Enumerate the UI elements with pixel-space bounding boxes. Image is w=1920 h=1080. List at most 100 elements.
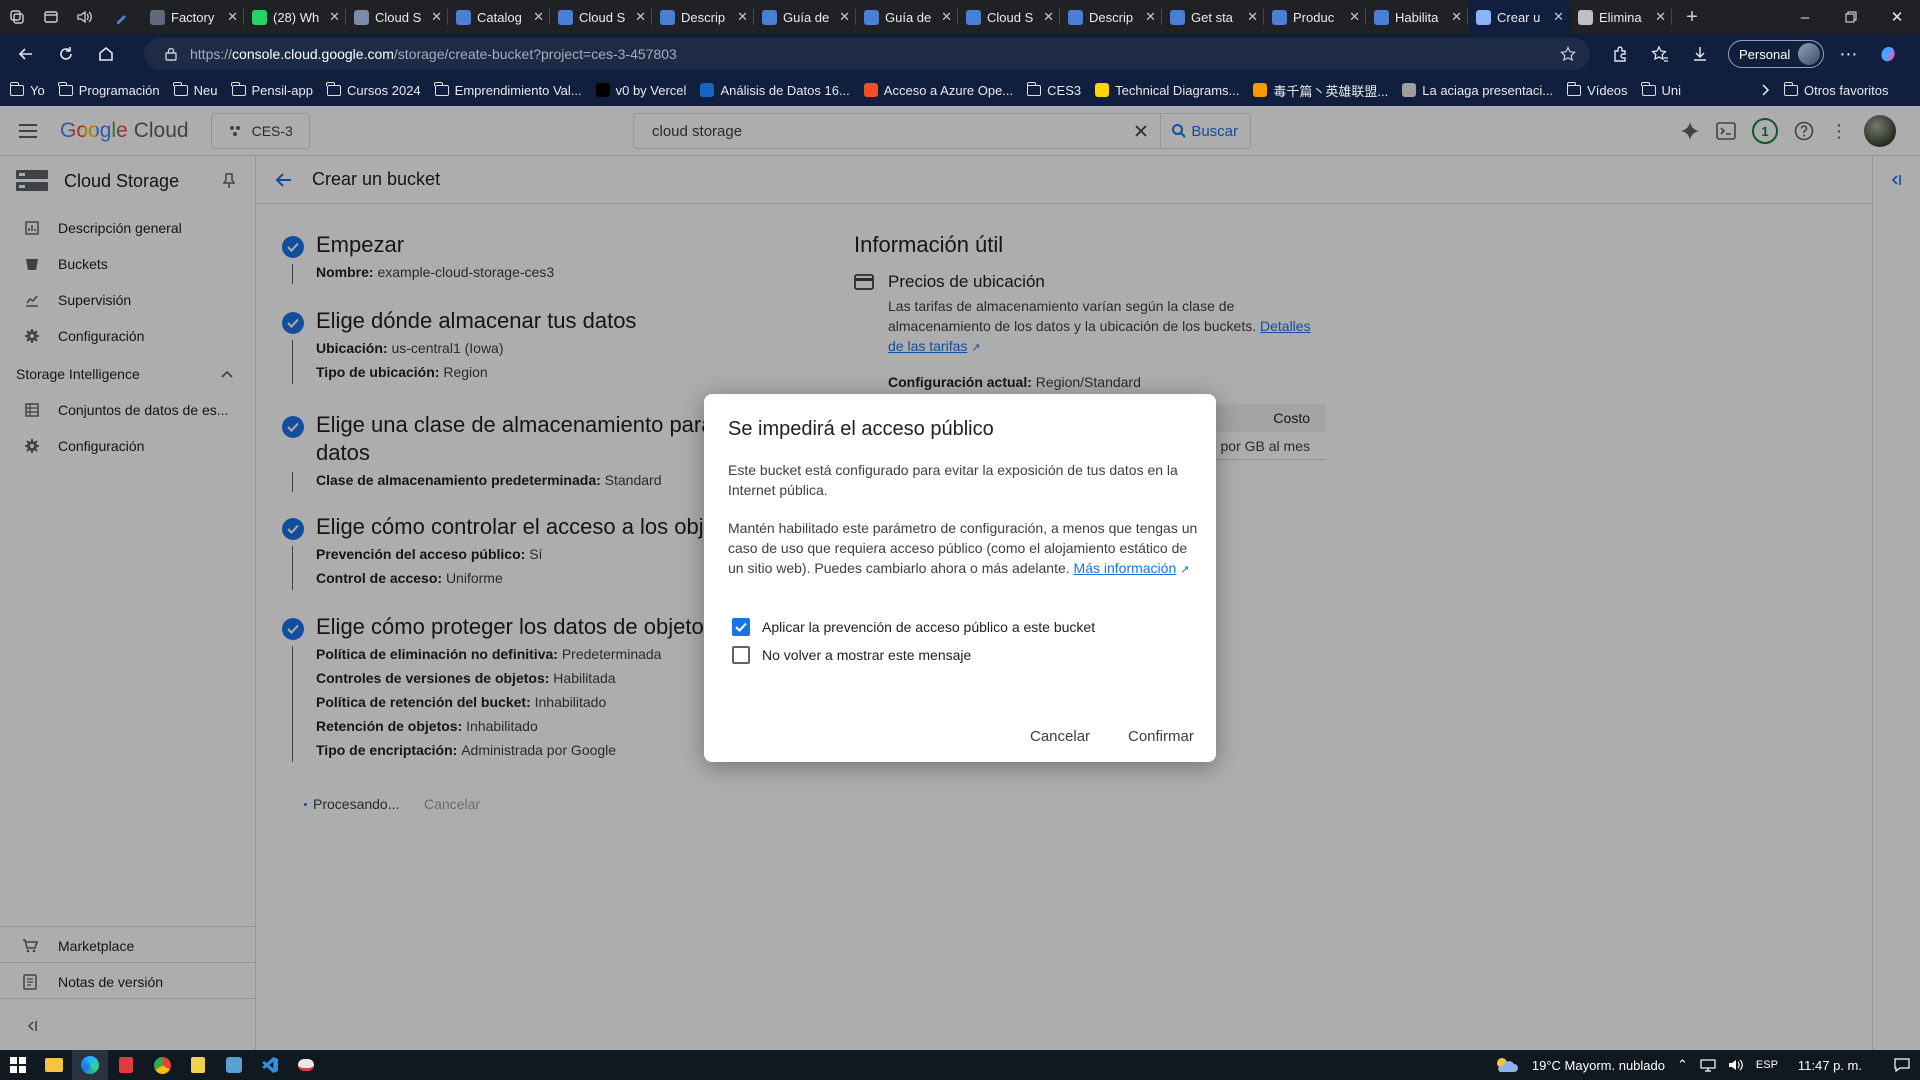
file-explorer-icon[interactable] — [36, 1050, 72, 1080]
browser-tab[interactable]: Crear u ✕ — [1468, 0, 1570, 34]
close-window-icon[interactable]: ✕ — [1874, 0, 1920, 34]
bookmark-item[interactable]: Yo — [9, 81, 45, 98]
close-tab-icon[interactable]: ✕ — [839, 9, 850, 25]
app-red-icon[interactable] — [108, 1050, 144, 1080]
extensions-icon[interactable] — [1600, 34, 1640, 74]
close-tab-icon[interactable]: ✕ — [431, 9, 442, 25]
tab-title: Cloud S — [987, 9, 1034, 25]
app-game-icon[interactable] — [288, 1050, 324, 1080]
bookmark-item[interactable]: Emprendimiento Val... — [434, 81, 582, 98]
browser-tab[interactable]: Cloud S ✕ — [346, 0, 448, 34]
new-tab-icon[interactable]: + — [1672, 0, 1712, 34]
browser-tab[interactable]: Guía de ✕ — [754, 0, 856, 34]
close-tab-icon[interactable]: ✕ — [1247, 9, 1258, 25]
more-menu-icon[interactable]: ⋯ — [1828, 34, 1868, 74]
checkbox-row-prevent-public[interactable]: Aplicar la prevención de acceso público … — [732, 618, 1095, 636]
bookmark-item[interactable]: CES3 — [1026, 81, 1081, 98]
windows-start-icon[interactable] — [0, 1050, 36, 1080]
close-tab-icon[interactable]: ✕ — [1043, 9, 1054, 25]
chevron-right-icon[interactable] — [1760, 84, 1770, 96]
dialog-confirm-button[interactable]: Confirmar — [1128, 728, 1194, 745]
browser-tab[interactable]: Guía de ✕ — [856, 0, 958, 34]
browser-tab[interactable]: Elimina ✕ — [1570, 0, 1672, 34]
home-icon[interactable] — [86, 34, 126, 74]
checkbox-row-dont-show[interactable]: No volver a mostrar este mensaje — [732, 646, 971, 664]
browser-tab[interactable]: Descrip ✕ — [1060, 0, 1162, 34]
close-tab-icon[interactable]: ✕ — [227, 9, 238, 25]
bookmark-item[interactable]: Technical Diagrams... — [1095, 83, 1239, 98]
tab-favicon-icon — [1578, 9, 1593, 25]
notifications-icon[interactable] — [1894, 1058, 1910, 1072]
browser-tab[interactable]: (28) Wh ✕ — [244, 0, 346, 34]
browser-tab[interactable]: Catalog ✕ — [448, 0, 550, 34]
bookmark-item[interactable]: Programación — [58, 81, 160, 98]
downloads-icon[interactable] — [1680, 34, 1720, 74]
workspaces-icon[interactable] — [0, 0, 34, 34]
input-language[interactable]: ESP — [1756, 1059, 1778, 1071]
browser-tab[interactable]: Cloud S ✕ — [550, 0, 652, 34]
volume-icon[interactable] — [1728, 1058, 1744, 1072]
bookmark-label: 毒千篇丶英雄联盟... — [1273, 83, 1389, 99]
bookmark-item[interactable]: 毒千篇丶英雄联盟... — [1253, 81, 1388, 100]
bookmark-item[interactable]: Neu — [173, 81, 218, 98]
site-info-icon[interactable] — [164, 47, 178, 61]
bookmark-item[interactable]: Pensil-app — [231, 81, 313, 98]
close-tab-icon[interactable]: ✕ — [533, 9, 544, 25]
tab-favicon-icon — [762, 9, 777, 25]
close-tab-icon[interactable]: ✕ — [1145, 9, 1156, 25]
browser-tab[interactable]: Descrip ✕ — [652, 0, 754, 34]
close-tab-icon[interactable]: ✕ — [1451, 9, 1462, 25]
favorites-icon[interactable] — [1640, 34, 1680, 74]
bookmark-item[interactable]: La aciaga presentaci... — [1402, 83, 1553, 98]
bookmark-item[interactable]: Cursos 2024 — [326, 81, 421, 98]
reload-icon[interactable] — [46, 34, 86, 74]
notes-icon[interactable] — [180, 1050, 216, 1080]
bookmark-item[interactable]: Acceso a Azure Ope... — [863, 83, 1013, 98]
close-tab-icon[interactable]: ✕ — [1553, 9, 1564, 25]
weather-text[interactable]: 19°C Mayorm. nublado — [1532, 1058, 1665, 1073]
browser-tab[interactable]: Habilita ✕ — [1366, 0, 1468, 34]
browser-tab[interactable]: Get sta ✕ — [1162, 0, 1264, 34]
close-tab-icon[interactable]: ✕ — [737, 9, 748, 25]
minimize-icon[interactable]: – — [1782, 0, 1828, 34]
pinned-tab-icon[interactable] — [102, 0, 142, 34]
folder-icon — [231, 81, 246, 96]
close-tab-icon[interactable]: ✕ — [329, 9, 340, 25]
close-tab-icon[interactable]: ✕ — [635, 9, 646, 25]
clock[interactable]: 11:47 p. m. — [1798, 1058, 1862, 1073]
bookmark-item[interactable]: Análisis de Datos 16... — [700, 83, 850, 98]
learn-more-link[interactable]: Más información — [1074, 560, 1177, 576]
weather-icon[interactable] — [1494, 1056, 1520, 1074]
browser-tab[interactable]: Factory ✕ — [142, 0, 244, 34]
prevent-public-checkbox[interactable] — [732, 618, 750, 636]
other-bookmarks[interactable]: Otros favoritos — [1783, 81, 1889, 98]
dialog-cancel-button[interactable]: Cancelar — [1030, 728, 1090, 745]
site-favicon-icon — [700, 83, 715, 97]
tab-actions-icon[interactable] — [34, 0, 68, 34]
browser-tab[interactable]: Produc ✕ — [1264, 0, 1366, 34]
bookmark-item[interactable]: Vídeos — [1566, 81, 1628, 98]
restore-icon[interactable] — [1828, 0, 1874, 34]
bookmark-item[interactable]: v0 by Vercel — [595, 83, 686, 98]
dont-show-checkbox[interactable] — [732, 646, 750, 664]
address-bar[interactable]: https://console.cloud.google.com/storage… — [144, 38, 1590, 70]
edge-icon[interactable] — [72, 1050, 108, 1080]
close-tab-icon[interactable]: ✕ — [1655, 9, 1666, 25]
tray-chevron-icon[interactable]: ⌃ — [1677, 1057, 1688, 1073]
windows-taskbar: 19°C Mayorm. nublado ⌃ ESP 11:47 p. m. — [0, 1050, 1920, 1080]
close-tab-icon[interactable]: ✕ — [1349, 9, 1360, 25]
chrome-icon[interactable] — [144, 1050, 180, 1080]
copilot-icon[interactable] — [1868, 34, 1908, 74]
back-icon[interactable] — [6, 34, 46, 74]
favorite-star-icon[interactable] — [1560, 46, 1576, 62]
browser-tab[interactable]: Cloud S ✕ — [958, 0, 1060, 34]
app-blue-icon[interactable] — [216, 1050, 252, 1080]
speaker-icon[interactable] — [68, 0, 102, 34]
network-icon[interactable] — [1700, 1058, 1716, 1072]
profile-button[interactable]: Personal — [1728, 40, 1825, 68]
site-favicon-icon — [1095, 83, 1110, 97]
bookmark-item[interactable]: Uni — [1641, 81, 1681, 98]
close-tab-icon[interactable]: ✕ — [941, 9, 952, 25]
folder-icon — [1026, 81, 1042, 96]
vscode-icon[interactable] — [252, 1050, 288, 1080]
